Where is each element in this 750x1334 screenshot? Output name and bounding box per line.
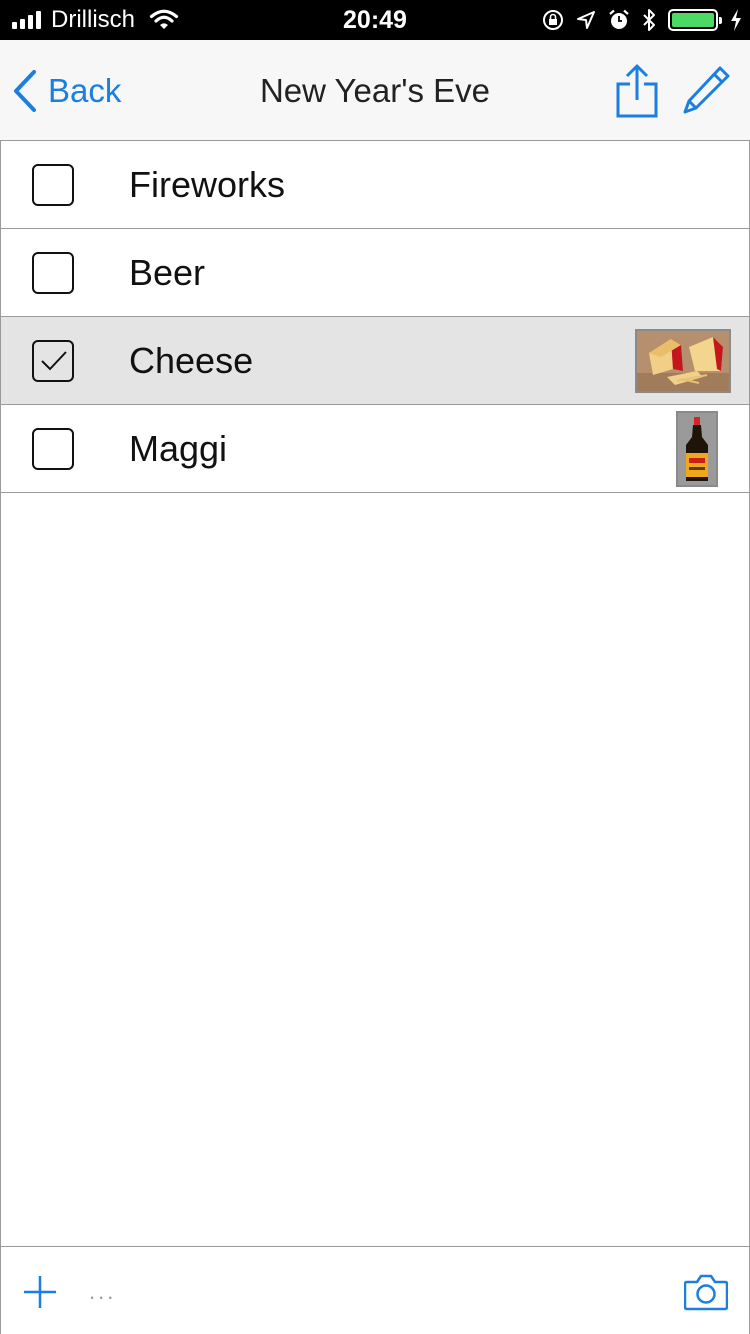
status-right [542,0,742,40]
location-arrow-icon [577,11,595,29]
bluetooth-icon [643,9,655,31]
list-item-fireworks[interactable]: Fireworks [1,141,749,229]
item-label: Cheese [129,340,254,381]
list-item-maggi[interactable]: Maggi [1,405,749,493]
empty-list-area [0,492,750,1247]
back-label: Back [48,72,122,109]
battery-level [672,13,714,27]
maggi-thumbnail[interactable] [676,411,718,487]
bottom-toolbar: ... [0,1246,750,1334]
list-item-beer[interactable]: Beer [1,229,749,317]
orientation-lock-icon [543,10,563,30]
charging-bolt-icon [731,9,741,31]
back-button[interactable]: Back [12,66,121,116]
item-list: Fireworks Beer Cheese Maggi [0,141,750,493]
cheese-photo [637,331,729,391]
checkbox-unchecked[interactable] [32,164,74,206]
navigation-bar: Back New Year's Eve [0,40,750,141]
status-bar: Drillisch 20:49 [0,0,750,40]
alarm-icon [609,9,629,29]
item-label: Maggi [129,428,228,469]
list-item-cheese[interactable]: Cheese [1,317,749,405]
edit-pencil-icon[interactable] [680,64,732,118]
checkbox-checked[interactable] [32,340,74,382]
checkbox-unchecked[interactable] [32,252,74,294]
add-plus-icon[interactable] [23,1275,57,1309]
share-icon[interactable] [614,64,660,118]
item-label: Fireworks [129,164,286,205]
checkbox-unchecked[interactable] [32,428,74,470]
camera-icon[interactable] [684,1273,728,1311]
checkmark-icon [41,351,67,371]
cheese-thumbnail[interactable] [635,329,731,393]
item-label: Beer [129,252,206,293]
chevron-left-icon [14,70,36,112]
battery-icon [668,9,722,31]
more-options-button[interactable]: ... [89,1277,116,1307]
maggi-bottle-photo [678,413,716,485]
